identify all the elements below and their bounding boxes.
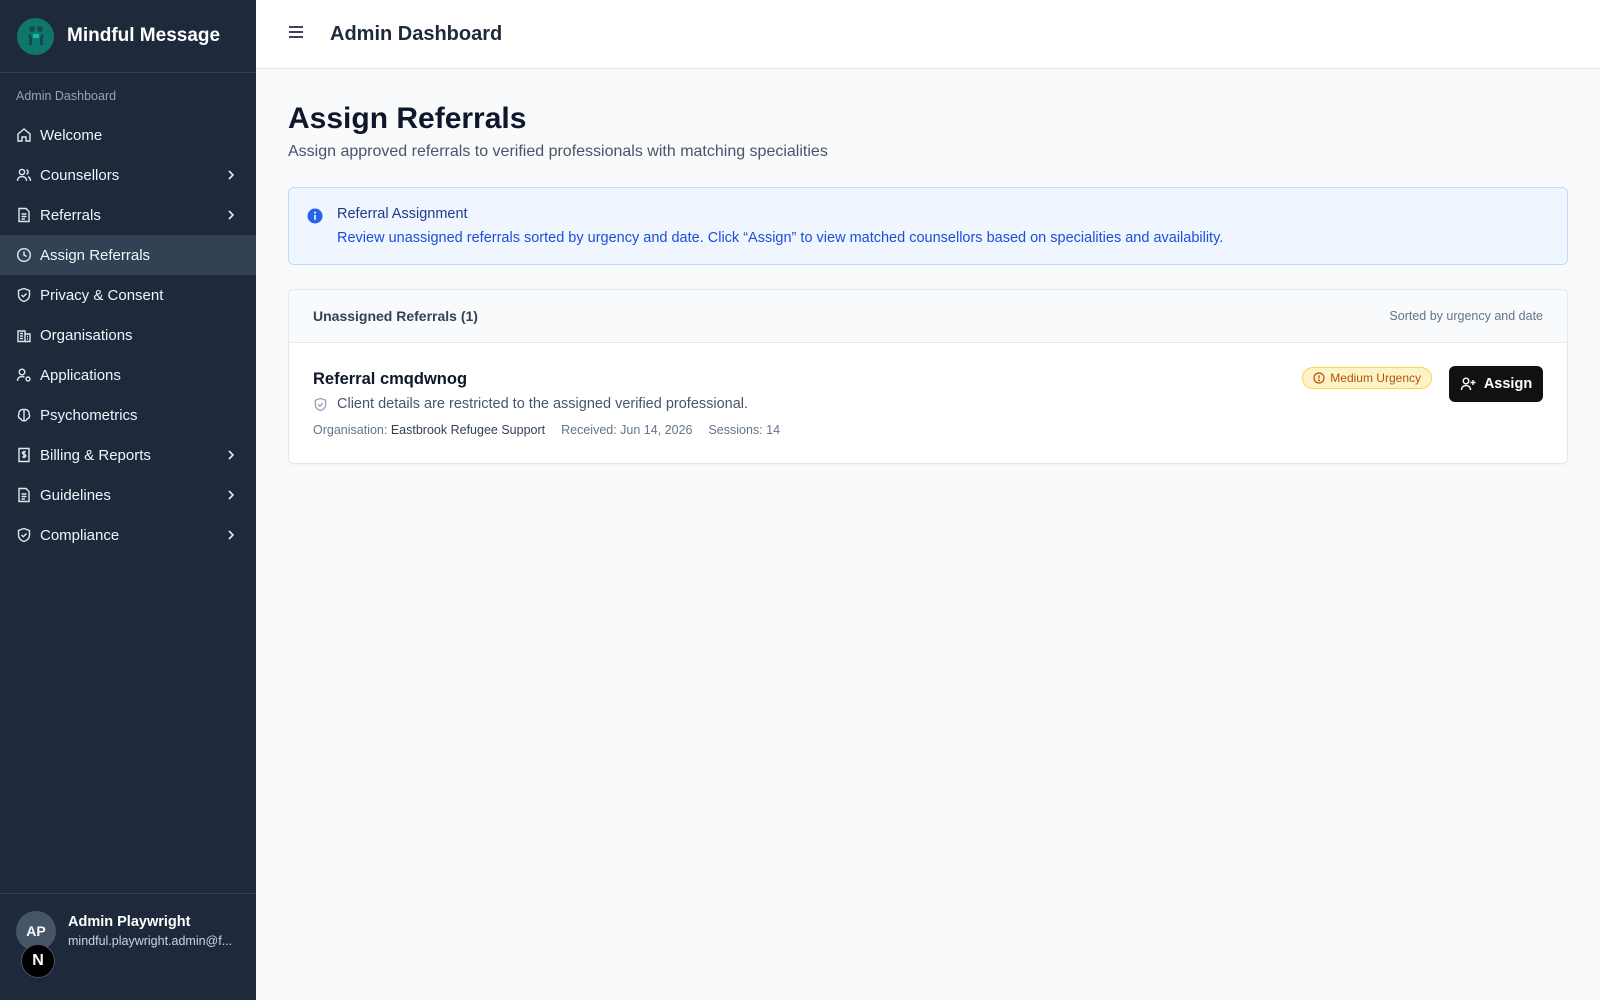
chevron-right-icon bbox=[223, 167, 239, 183]
referral-row: Referral cmqdwnog Client details are res… bbox=[289, 343, 1567, 463]
sidebar-item-compliance[interactable]: Compliance bbox=[0, 515, 256, 555]
assign-button-label: Assign bbox=[1483, 376, 1533, 392]
card-header: Unassigned Referrals (1) Sorted by urgen… bbox=[289, 290, 1567, 343]
restricted-note: Client details are restricted to the ass… bbox=[313, 396, 748, 412]
organisation-label: Organisation: bbox=[313, 423, 388, 437]
chevron-right-icon bbox=[223, 487, 239, 503]
sidebar-item-billing-reports[interactable]: Billing & Reports bbox=[0, 435, 256, 475]
organisation-meta: Organisation: Eastbrook Refugee Support bbox=[313, 423, 545, 437]
menu-toggle-button[interactable] bbox=[286, 24, 306, 44]
urgency-label: Medium Urgency bbox=[1330, 371, 1421, 385]
brand[interactable]: Mindful Message bbox=[0, 0, 256, 73]
sidebar-item-label: Organisations bbox=[40, 326, 133, 344]
page-subtitle: Assign approved referrals to verified pr… bbox=[288, 143, 828, 160]
sidebar-item-label: Assign Referrals bbox=[40, 246, 151, 264]
sidebar-item-guidelines[interactable]: Guidelines bbox=[0, 475, 256, 515]
sidebar-item-label: Welcome bbox=[40, 126, 103, 144]
shield-check-icon bbox=[16, 287, 32, 303]
users-icon bbox=[16, 167, 32, 183]
sidebar-item-privacy-consent[interactable]: Privacy & Consent bbox=[0, 275, 256, 315]
sort-note: Sorted by urgency and date bbox=[1389, 309, 1543, 323]
referral-meta: Organisation: Eastbrook Refugee Support … bbox=[313, 423, 796, 437]
sidebar: Mindful Message Admin Dashboard Welcome … bbox=[0, 0, 256, 1000]
sessions-count: Sessions: 14 bbox=[708, 423, 781, 437]
card-header-title: Unassigned Referrals (1) bbox=[313, 308, 478, 324]
assign-button[interactable]: Assign bbox=[1449, 366, 1543, 402]
chevron-right-icon bbox=[223, 447, 239, 463]
user-cog-icon bbox=[16, 367, 32, 383]
alert-circle-icon bbox=[1313, 372, 1325, 384]
brand-logo-icon bbox=[17, 17, 54, 55]
sidebar-item-label: Psychometrics bbox=[40, 406, 138, 424]
user-email: mindful.playwright.admin@f... bbox=[68, 934, 233, 948]
user-plus-icon bbox=[1460, 376, 1476, 392]
sidebar-item-assign-referrals[interactable]: Assign Referrals bbox=[0, 235, 256, 275]
sidebar-item-counsellors[interactable]: Counsellors bbox=[0, 155, 256, 195]
dev-tools-badge[interactable]: N bbox=[21, 944, 55, 978]
shield-check-icon bbox=[313, 397, 328, 412]
sidebar-item-label: Applications bbox=[40, 366, 121, 384]
referral-title: Referral cmqdwnog bbox=[313, 370, 468, 388]
unassigned-referrals-card: Unassigned Referrals (1) Sorted by urgen… bbox=[288, 289, 1568, 464]
sidebar-item-label: Referrals bbox=[40, 206, 101, 224]
home-icon bbox=[16, 127, 32, 143]
restricted-note-text: Client details are restricted to the ass… bbox=[337, 396, 749, 412]
brain-icon bbox=[16, 407, 32, 423]
shield-check-icon bbox=[16, 527, 32, 543]
chevron-right-icon bbox=[223, 207, 239, 223]
brand-name: Mindful Message bbox=[67, 25, 221, 46]
receipt-icon bbox=[16, 447, 32, 463]
page-title: Assign Referrals bbox=[288, 102, 527, 135]
sidebar-item-label: Privacy & Consent bbox=[40, 286, 164, 304]
sidebar-section-label: Admin Dashboard bbox=[16, 89, 117, 103]
user-profile[interactable]: AP Admin Playwright mindful.playwright.a… bbox=[0, 893, 256, 1000]
file-text-icon bbox=[16, 207, 32, 223]
info-icon bbox=[307, 208, 323, 224]
sidebar-item-label: Counsellors bbox=[40, 166, 120, 184]
user-name: Admin Playwright bbox=[68, 914, 191, 930]
info-text: Review unassigned referrals sorted by ur… bbox=[337, 230, 1224, 246]
sidebar-item-psychometrics[interactable]: Psychometrics bbox=[0, 395, 256, 435]
sidebar-nav: Welcome Counsellors Referrals Assign Ref… bbox=[0, 115, 256, 555]
hamburger-icon bbox=[287, 24, 305, 45]
info-alert: Referral Assignment Review unassigned re… bbox=[288, 187, 1568, 265]
sidebar-item-applications[interactable]: Applications bbox=[0, 355, 256, 395]
urgency-badge: Medium Urgency bbox=[1302, 367, 1432, 389]
received-date: Received: Jun 14, 2026 bbox=[561, 423, 693, 437]
info-title: Referral Assignment bbox=[337, 206, 468, 222]
sidebar-item-label: Compliance bbox=[40, 526, 120, 544]
organisation-value: Eastbrook Refugee Support bbox=[390, 423, 546, 437]
sidebar-item-organisations[interactable]: Organisations bbox=[0, 315, 256, 355]
chevron-right-icon bbox=[223, 527, 239, 543]
building-icon bbox=[16, 327, 32, 343]
file-text-icon bbox=[16, 487, 32, 503]
sidebar-item-label: Billing & Reports bbox=[40, 446, 151, 464]
sidebar-item-label: Guidelines bbox=[40, 486, 111, 504]
clock-icon bbox=[16, 247, 32, 263]
topbar: Admin Dashboard bbox=[256, 0, 1600, 69]
sidebar-item-referrals[interactable]: Referrals bbox=[0, 195, 256, 235]
main-content: Assign Referrals Assign approved referra… bbox=[288, 69, 1568, 464]
sidebar-item-welcome[interactable]: Welcome bbox=[0, 115, 256, 155]
topbar-title: Admin Dashboard bbox=[330, 22, 503, 45]
